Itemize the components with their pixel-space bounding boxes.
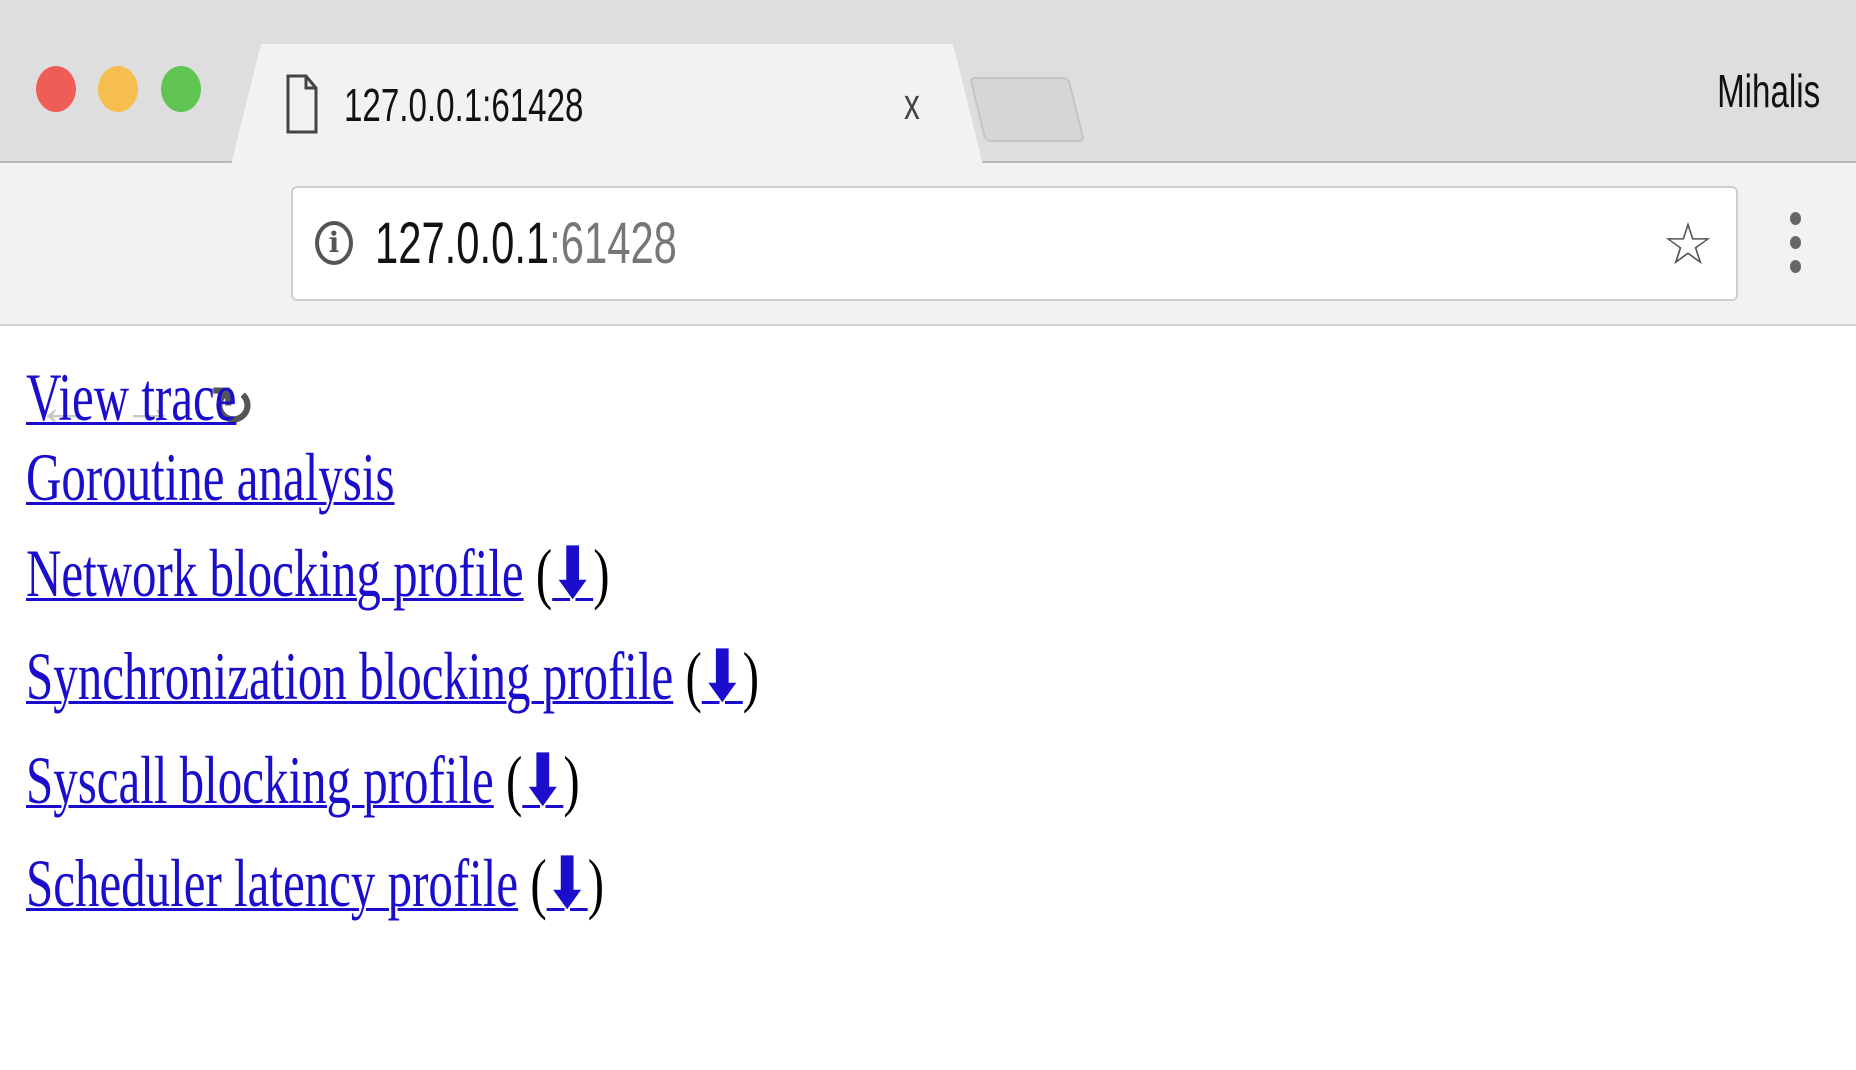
download-arrow-icon[interactable]: ⬇ [702,638,743,714]
minimize-window-button[interactable] [98,66,138,112]
bookmark-star-icon[interactable]: ☆ [1662,210,1714,278]
close-window-button[interactable] [36,66,76,112]
document-icon [286,74,318,134]
link-row: Scheduler latency profile (⬇) [26,845,605,921]
download-arrow-icon[interactable]: ⬇ [552,535,593,611]
url-text[interactable]: 127.0.0.1:61428 [375,212,794,276]
new-tab-button[interactable] [968,77,1086,142]
tab-title[interactable]: 127.0.0.1:61428 [344,78,677,132]
menu-kebab-icon[interactable] [1790,212,1804,284]
syscall-blocking-profile-link[interactable]: Syscall blocking profile [26,742,494,818]
goroutine-analysis-link[interactable]: Goroutine analysis [26,439,394,515]
profile-button[interactable]: Mihalis [1677,64,1820,118]
link-row: Syscall blocking profile (⬇) [26,742,580,818]
maximize-window-button[interactable] [161,66,201,112]
link-row: Goroutine analysis [26,443,538,511]
link-row: View trace [26,363,318,431]
scheduler-latency-profile-link[interactable]: Scheduler latency profile [26,845,518,921]
info-icon[interactable]: i [315,221,353,265]
download-arrow-icon[interactable]: ⬇ [547,845,588,921]
address-bar[interactable]: i 127.0.0.1:61428 ☆ [291,186,1738,301]
link-row: Network blocking profile (⬇) [26,535,610,611]
tab-close-button[interactable]: x [904,80,926,130]
download-arrow-icon[interactable]: ⬇ [522,742,563,818]
network-blocking-profile-link[interactable]: Network blocking profile [26,535,524,611]
synchronization-blocking-profile-link[interactable]: Synchronization blocking profile [26,638,673,714]
link-row: Synchronization blocking profile (⬇) [26,638,760,714]
view-trace-link[interactable]: View trace [26,359,236,435]
tab-strip: 127.0.0.1:61428 x Mihalis [0,0,1856,165]
